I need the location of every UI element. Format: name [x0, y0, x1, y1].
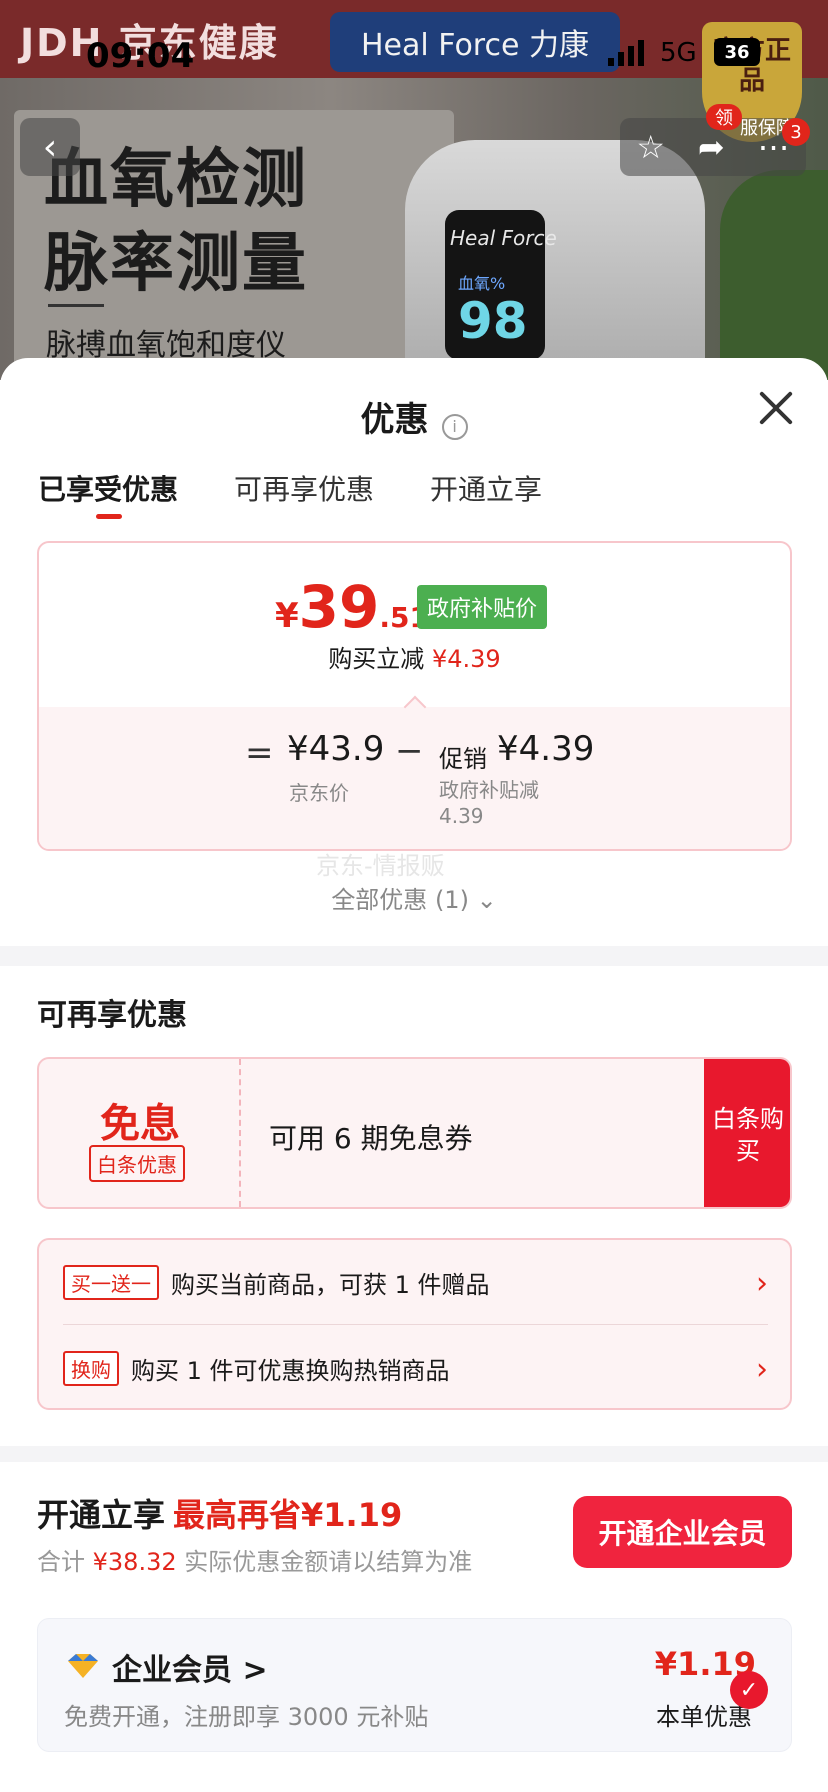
- equals-sign: =: [245, 733, 274, 773]
- chevron-left-icon: ‹: [42, 126, 58, 168]
- tab-enjoyed[interactable]: 已享受优惠: [38, 468, 178, 519]
- banner-headline-2: 脉率测量: [44, 227, 308, 301]
- vip-total-value: ¥38.32: [92, 1548, 177, 1576]
- sheet-title: 优惠: [360, 400, 429, 440]
- price-card: ¥39.51 政府补贴价 购买立减 ¥4.39 = ¥43.9 京东价 − 促销…: [37, 541, 792, 851]
- exchange-tag: 换购: [63, 1350, 119, 1386]
- battery-icon: 36: [714, 38, 760, 66]
- exchange-text: 购买 1 件可优惠换购热销商品: [131, 1356, 450, 1385]
- baitiao-buy-button[interactable]: 白条购买: [704, 1059, 790, 1207]
- gift-offers: 买一送一 购买当前商品，可获 1 件赠品 › 换购 购买 1 件可优惠换购热销商…: [37, 1238, 792, 1410]
- vip-total-row: 合计 ¥38.32 实际优惠金额请以结算为准: [37, 1542, 472, 1577]
- watermark: 京东-情报贩: [316, 852, 445, 880]
- price-breakdown: [39, 707, 790, 849]
- gov-subsidy-tag: 政府补贴价: [417, 585, 548, 629]
- device-label: 血氧%: [458, 274, 506, 293]
- currency-symbol: ¥: [275, 596, 299, 636]
- info-icon[interactable]: i: [441, 413, 468, 440]
- vip-title: 开通立享: [37, 1496, 166, 1534]
- signal-icon: [608, 38, 648, 66]
- diamond-icon: [68, 1654, 98, 1678]
- tab-membership[interactable]: 开通立享: [430, 468, 542, 508]
- price-summary: ¥39.51 政府补贴价 购买立减 ¥4.39: [39, 543, 790, 707]
- promo-description: 政府补贴减 4.39: [439, 778, 539, 828]
- jd-price: ¥43.9: [287, 729, 385, 769]
- back-button[interactable]: ‹: [20, 118, 80, 176]
- gift-row-exchange[interactable]: 换购 购买 1 件可优惠换购热销商品 ›: [63, 1338, 768, 1398]
- message-count-badge: 3: [782, 118, 810, 146]
- chevron-right-icon: ›: [756, 1352, 768, 1387]
- instant-discount-label: 购买立减: [328, 645, 425, 673]
- coupon-left: 免息 白条优惠: [39, 1059, 241, 1207]
- baitiao-tag: 白条优惠: [89, 1145, 185, 1182]
- network-type: 5G: [660, 38, 697, 68]
- close-button[interactable]: [756, 388, 796, 428]
- chevron-right-icon: ›: [756, 1266, 768, 1301]
- member-note: 本单优惠: [656, 1703, 752, 1731]
- divider: [63, 1324, 768, 1325]
- device-brand-text: Heal Force: [450, 226, 557, 250]
- vip-total-label: 合计: [37, 1548, 85, 1576]
- gift-text: 购买当前商品，可获 1 件赠品: [171, 1270, 490, 1299]
- open-enterprise-member-button[interactable]: 开通企业会员: [573, 1496, 792, 1568]
- gift-tag: 买一送一: [63, 1264, 159, 1300]
- promo-value: ¥4.39: [497, 729, 595, 769]
- vip-title-row: 开通立享 最高再省¥1.19: [37, 1490, 402, 1536]
- more-offers-title: 可再享优惠: [37, 998, 187, 1033]
- banner-headline-1: 血氧检测: [44, 143, 308, 217]
- instant-discount-value: ¥4.39: [431, 645, 501, 673]
- offer-tabs: 已享受优惠 可再享优惠 开通立享: [38, 468, 598, 519]
- plant-decoration: [720, 170, 828, 380]
- heal-force-logo: Heal Force 力康: [330, 12, 620, 72]
- banner-divider: [48, 304, 104, 307]
- vip-total-note: 实际优惠金额请以结算为准: [184, 1548, 473, 1576]
- vip-max-save: 最高再省¥1.19: [173, 1496, 403, 1534]
- member-description: 免费开通，注册即享 3000 元补贴: [64, 1703, 429, 1731]
- promo-label: 促销: [439, 745, 487, 773]
- tab-more[interactable]: 可再享优惠: [234, 468, 374, 508]
- interest-free-label: 免息: [100, 1101, 180, 1147]
- final-price: ¥39.51: [275, 573, 429, 641]
- price-integer: 39: [298, 573, 380, 641]
- all-offers-toggle[interactable]: 全部优惠 (1) ⌄: [0, 880, 828, 915]
- jd-price-label: 京东价: [289, 781, 349, 805]
- star-icon[interactable]: ☆: [636, 128, 665, 166]
- status-time: 09:04: [86, 36, 195, 76]
- enterprise-member-card[interactable]: 企业会员 > 免费开通，注册即享 3000 元补贴 ¥1.19 本单优惠 ✓: [37, 1618, 792, 1752]
- member-name: 企业会员 >: [112, 1653, 268, 1688]
- check-icon[interactable]: ✓: [730, 1671, 768, 1709]
- sheet-title-row: 优惠 i: [0, 392, 828, 441]
- section-gap: [0, 946, 828, 966]
- section-gap: [0, 1446, 828, 1462]
- minus-sign: −: [395, 731, 424, 771]
- instant-discount-row: 购买立减 ¥4.39: [39, 639, 790, 674]
- device-value: 98: [458, 292, 528, 350]
- claim-tag[interactable]: 领: [706, 104, 742, 130]
- interest-free-coupon: 免息 白条优惠 可用 6 期免息券 白条购买: [37, 1057, 792, 1209]
- share-icon[interactable]: ➦: [698, 128, 725, 166]
- coupon-text: 可用 6 期免息券: [269, 1122, 473, 1155]
- gift-row-bogo[interactable]: 买一送一 购买当前商品，可获 1 件赠品 ›: [63, 1252, 768, 1312]
